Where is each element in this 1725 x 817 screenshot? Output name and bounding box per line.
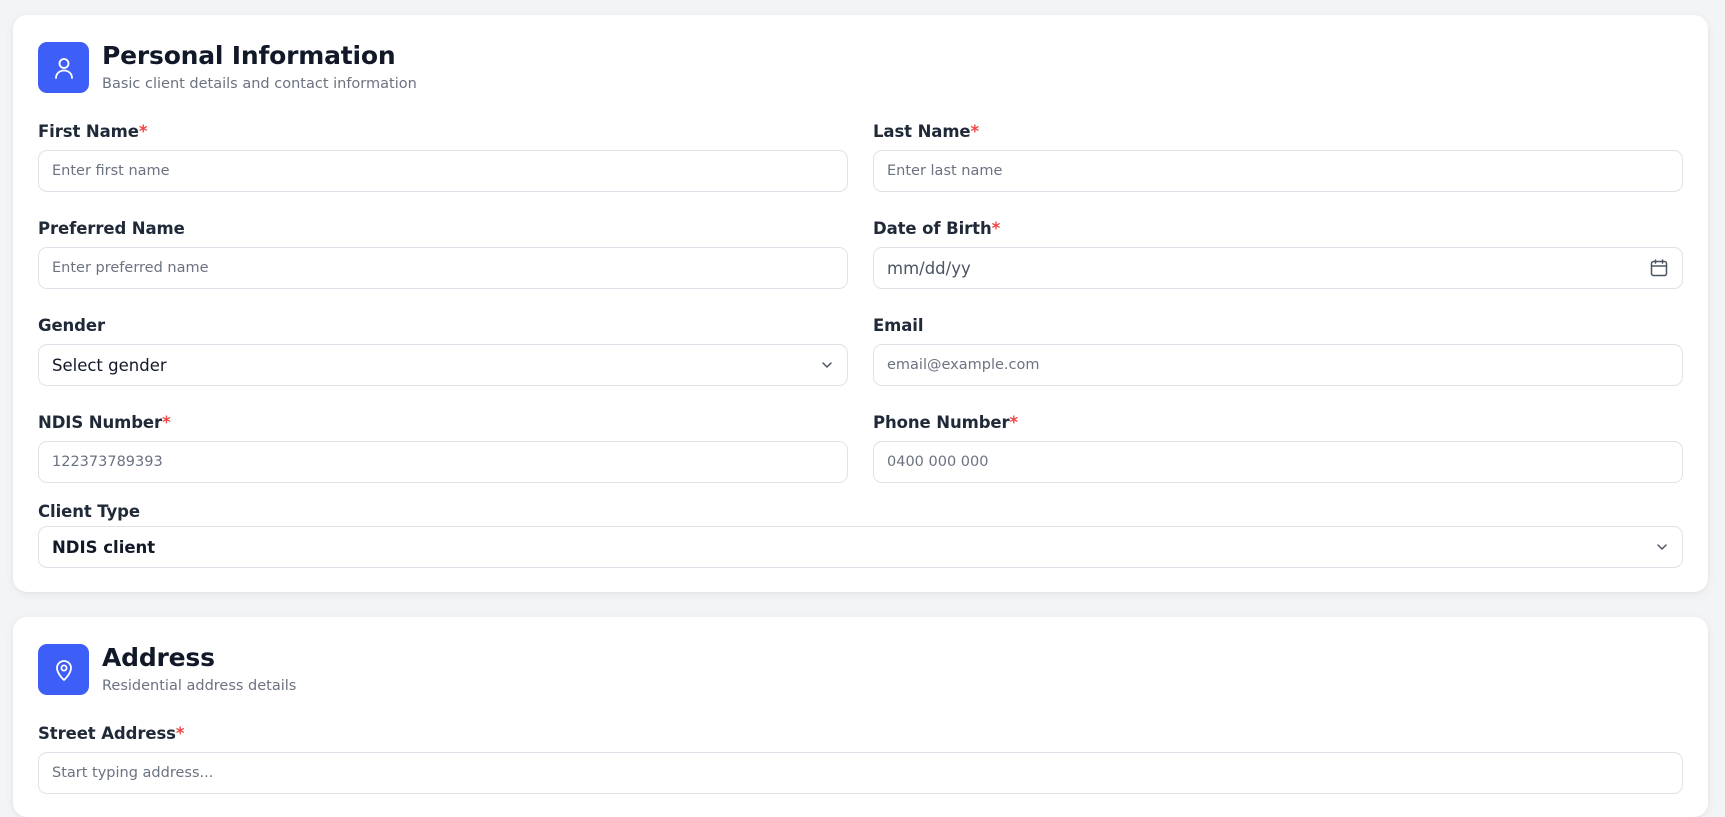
gender-field: Gender Select gender <box>38 315 848 386</box>
phone-number-field: Phone Number* 0400 000 000 <box>873 412 1683 483</box>
required-asterisk: * <box>175 724 185 743</box>
address-section-header: Address Residential address details <box>38 643 297 695</box>
section-subtitle: Basic client details and contact informa… <box>102 76 417 92</box>
ndis-number-label: NDIS Number <box>38 413 163 432</box>
street-address-input[interactable]: Start typing address... <box>38 752 1683 794</box>
client-type-selected-value: NDIS client <box>52 537 156 557</box>
client-type-field: Client Type NDIS client <box>38 501 1683 568</box>
date-of-birth-field: Date of Birth* mm/dd/yy <box>873 218 1683 289</box>
first-name-input[interactable]: Enter first name <box>38 150 848 192</box>
required-asterisk: * <box>991 219 1001 238</box>
chevron-down-icon <box>1655 540 1669 554</box>
chevron-down-icon <box>820 358 834 372</box>
phone-number-placeholder: 0400 000 000 <box>887 454 989 470</box>
street-address-field: Street Address* Start typing address... <box>38 723 1683 794</box>
street-address-placeholder: Start typing address... <box>52 765 214 781</box>
personal-information-card: Personal Information Basic client detail… <box>13 15 1708 592</box>
preferred-name-field: Preferred Name Enter preferred name <box>38 218 848 289</box>
preferred-name-placeholder: Enter preferred name <box>52 260 209 276</box>
phone-number-input[interactable]: 0400 000 000 <box>873 441 1683 483</box>
date-of-birth-input[interactable]: mm/dd/yy <box>873 247 1683 289</box>
last-name-input[interactable]: Enter last name <box>873 150 1683 192</box>
date-of-birth-label: Date of Birth <box>873 219 992 238</box>
user-icon <box>38 42 89 93</box>
first-name-placeholder: Enter first name <box>52 163 170 179</box>
required-asterisk: * <box>970 122 980 141</box>
email-placeholder: email@example.com <box>887 357 1040 373</box>
first-name-field: First Name* Enter first name <box>38 121 848 192</box>
preferred-name-input[interactable]: Enter preferred name <box>38 247 848 289</box>
address-card: Address Residential address details Stre… <box>13 617 1708 817</box>
required-asterisk: * <box>138 122 148 141</box>
preferred-name-label: Preferred Name <box>38 219 185 238</box>
email-field: Email email@example.com <box>873 315 1683 386</box>
last-name-label: Last Name <box>873 122 971 141</box>
required-asterisk: * <box>1009 413 1019 432</box>
ndis-number-value: 122373789393 <box>52 454 163 470</box>
calendar-icon[interactable] <box>1649 258 1669 278</box>
client-type-select[interactable]: NDIS client <box>38 526 1683 568</box>
street-address-label: Street Address <box>38 724 176 743</box>
required-asterisk: * <box>162 413 171 432</box>
date-of-birth-placeholder: mm/dd/yy <box>887 258 971 278</box>
phone-number-label: Phone Number <box>873 413 1010 432</box>
gender-label: Gender <box>38 316 106 335</box>
ndis-number-field: NDIS Number* 122373789393 <box>38 412 848 483</box>
section-title: Personal Information <box>102 41 396 70</box>
personal-section-header: Personal Information Basic client detail… <box>38 41 417 93</box>
section-subtitle: Residential address details <box>102 678 297 694</box>
last-name-field: Last Name* Enter last name <box>873 121 1683 192</box>
email-input[interactable]: email@example.com <box>873 344 1683 386</box>
last-name-placeholder: Enter last name <box>887 163 1003 179</box>
email-label: Email <box>873 316 924 335</box>
ndis-number-input[interactable]: 122373789393 <box>38 441 848 483</box>
map-pin-icon <box>38 644 89 695</box>
gender-select[interactable]: Select gender <box>38 344 848 386</box>
gender-selected-value: Select gender <box>52 355 167 375</box>
first-name-label: First Name <box>38 122 139 141</box>
section-title: Address <box>102 643 215 672</box>
client-type-label: Client Type <box>38 502 140 521</box>
